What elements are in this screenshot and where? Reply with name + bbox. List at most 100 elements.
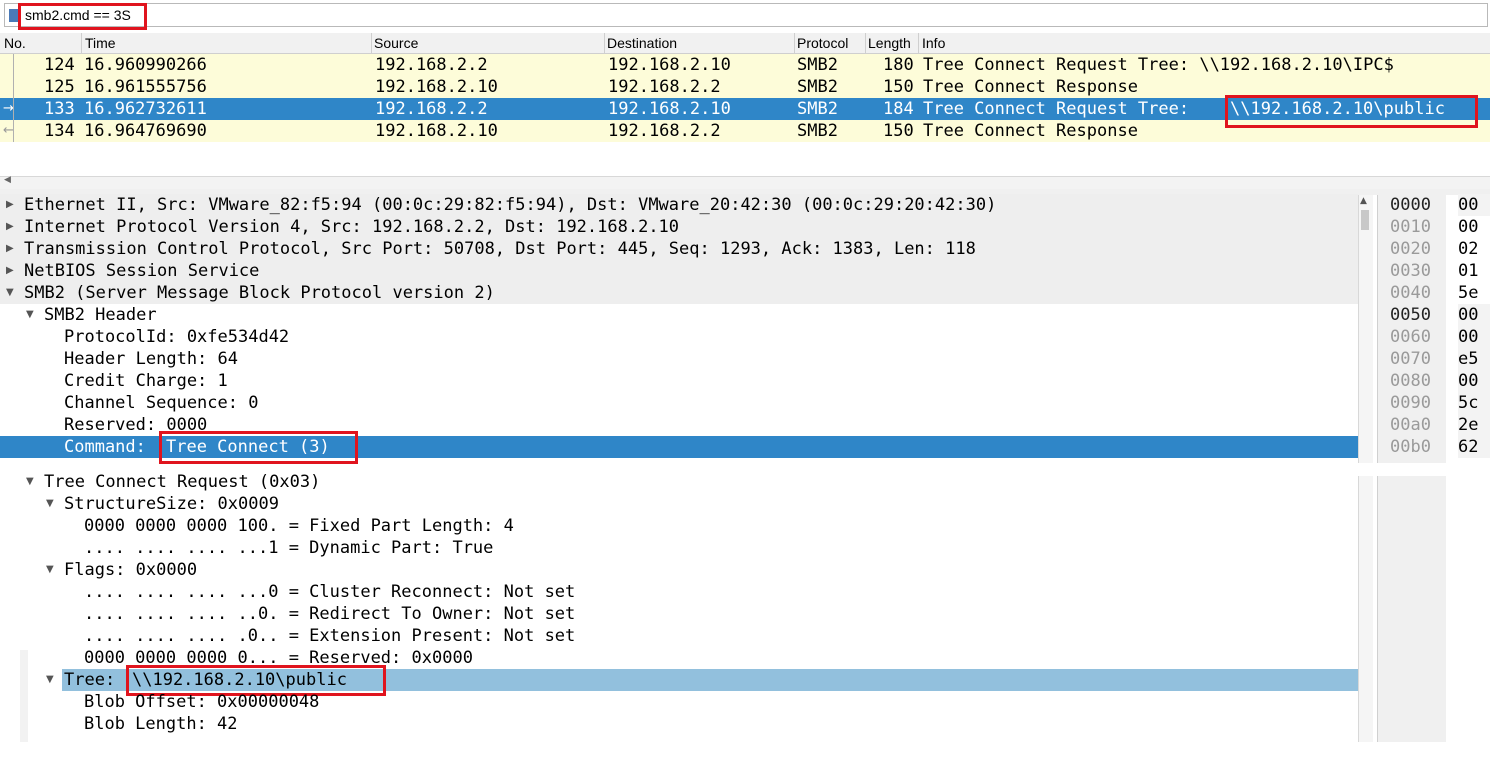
column-divider[interactable] — [604, 33, 605, 53]
tree-item-structure-size[interactable]: ▼ StructureSize: 0x0009 — [0, 493, 1358, 515]
collapse-arrow-icon[interactable]: ▼ — [6, 282, 14, 304]
packet-list-header: No. Time Source Destination Protocol Len… — [0, 33, 1490, 54]
column-divider[interactable] — [865, 33, 866, 53]
column-protocol[interactable]: Protocol — [797, 35, 848, 51]
expand-arrow-icon[interactable]: ▶ — [6, 194, 14, 216]
tree-item-field[interactable]: .... .... .... ..0. = Redirect To Owner:… — [0, 603, 1358, 625]
hex-offset-gutter-lower — [1377, 476, 1446, 742]
packet-info: Tree Connect Response — [923, 121, 1138, 141]
tree-item-smb2-header[interactable]: ▼ SMB2 Header — [0, 304, 1358, 326]
hex-byte[interactable]: 00 — [1458, 370, 1490, 392]
packet-row[interactable]: 125 16.961555756 192.168.2.10 192.168.2.… — [0, 76, 1490, 98]
hex-byte[interactable]: 62 — [1458, 436, 1490, 458]
tree-item-field[interactable]: 0000 0000 0000 0... = Reserved: 0x0000 — [0, 647, 1358, 669]
column-length[interactable]: Length — [868, 35, 911, 51]
packet-time: 16.961555756 — [84, 77, 207, 97]
packet-protocol: SMB2 — [797, 77, 838, 97]
scroll-left-icon[interactable]: ◀ — [4, 175, 11, 185]
packet-info: Tree Connect Response — [923, 77, 1138, 97]
tree-item-field[interactable]: 0000 0000 0000 100. = Fixed Part Length:… — [0, 515, 1358, 537]
packet-protocol: SMB2 — [797, 55, 838, 75]
column-time[interactable]: Time — [85, 35, 116, 51]
collapse-arrow-icon[interactable]: ▼ — [26, 471, 34, 493]
hex-byte[interactable]: 00 — [1458, 216, 1490, 238]
packet-info: Tree Connect Request Tree: \\192.168.2.1… — [923, 55, 1394, 75]
hex-byte[interactable]: 02 — [1458, 238, 1490, 260]
column-divider[interactable] — [918, 33, 919, 53]
tree-item-field[interactable]: Blob Length: 42 — [0, 713, 1358, 735]
hex-offset: 0070 — [1390, 349, 1431, 369]
expand-arrow-icon[interactable]: ▶ — [6, 216, 14, 238]
packet-time: 16.964769690 — [84, 121, 207, 141]
tree-item-tree[interactable]: ▼ Tree: \\192.168.2.10\public — [0, 669, 1358, 691]
packet-length: 180 — [883, 55, 914, 75]
packet-source: 192.168.2.2 — [375, 99, 488, 119]
tree-item-tree-connect-request[interactable]: ▼ Tree Connect Request (0x03) — [0, 471, 1358, 493]
packet-info-tree: \\192.168.2.10\public — [1230, 99, 1445, 119]
packet-row[interactable]: 124 16.960990266 192.168.2.2 192.168.2.1… — [0, 54, 1490, 76]
details-vscrollbar-lower[interactable] — [1358, 476, 1373, 742]
packet-time: 16.962732611 — [84, 99, 207, 119]
packet-row-selected[interactable]: → 133 16.962732611 192.168.2.2 192.168.2… — [0, 98, 1490, 120]
tree-item-ip[interactable]: ▶ Internet Protocol Version 4, Src: 192.… — [0, 216, 1358, 238]
column-source[interactable]: Source — [374, 35, 418, 51]
tree-item-command-selected[interactable]: Command: Tree Connect (3) — [0, 436, 1358, 458]
column-divider[interactable] — [794, 33, 795, 53]
collapse-arrow-icon[interactable]: ▼ — [46, 669, 54, 691]
column-destination[interactable]: Destination — [607, 35, 677, 51]
packet-length: 150 — [883, 77, 914, 97]
column-divider[interactable] — [81, 33, 82, 53]
hex-byte[interactable]: 01 — [1458, 260, 1490, 282]
packet-protocol: SMB2 — [797, 99, 838, 119]
hex-byte[interactable]: 00 — [1458, 194, 1490, 216]
packet-source: 192.168.2.2 — [375, 55, 488, 75]
hex-offset: 0060 — [1390, 327, 1431, 347]
packet-length: 184 — [883, 99, 914, 119]
tree-item-field[interactable]: Header Length: 64 — [0, 348, 1358, 370]
packet-info-prefix: Tree Connect Request Tree: — [923, 99, 1200, 119]
column-no[interactable]: No. — [4, 35, 26, 51]
tree-item-flags[interactable]: ▼ Flags: 0x0000 — [0, 559, 1358, 581]
collapse-arrow-icon[interactable]: ▼ — [46, 493, 54, 515]
bookmark-icon[interactable] — [9, 9, 18, 22]
hex-byte[interactable]: 5e — [1458, 282, 1490, 304]
collapse-arrow-icon[interactable]: ▼ — [26, 304, 34, 326]
tree-item-field[interactable]: .... .... .... ...0 = Cluster Reconnect:… — [0, 581, 1358, 603]
packet-no: 134 — [44, 121, 75, 141]
expand-arrow-icon[interactable]: ▶ — [6, 260, 14, 282]
packet-no: 124 — [44, 55, 75, 75]
conversation-bracket — [13, 54, 14, 142]
display-filter-input[interactable] — [4, 3, 1488, 27]
tree-item-field[interactable]: .... .... .... .0.. = Extension Present:… — [0, 625, 1358, 647]
tree-item-field[interactable]: Credit Charge: 1 — [0, 370, 1358, 392]
column-divider[interactable] — [371, 33, 372, 53]
hex-byte[interactable]: 5c — [1458, 392, 1490, 414]
hex-byte[interactable]: 2e — [1458, 414, 1490, 436]
display-filter-text[interactable]: smb2.cmd == 3S — [25, 7, 131, 23]
tree-item-field[interactable]: Blob Offset: 0x00000048 — [0, 691, 1358, 713]
tree-item-field[interactable]: Reserved: 0000 — [0, 414, 1358, 436]
packet-list-hscrollbar[interactable] — [0, 176, 1490, 189]
tree-item-field[interactable]: .... .... .... ...1 = Dynamic Part: True — [0, 537, 1358, 559]
hex-byte[interactable]: 00 — [1458, 326, 1490, 348]
details-vscrollbar[interactable] — [1358, 195, 1373, 463]
hex-offset: 0040 — [1390, 283, 1431, 303]
tree-item-ethernet[interactable]: ▶ Ethernet II, Src: VMware_82:f5:94 (00:… — [0, 194, 1358, 216]
packet-source: 192.168.2.10 — [375, 121, 498, 141]
expand-arrow-icon[interactable]: ▶ — [6, 238, 14, 260]
column-info[interactable]: Info — [922, 35, 945, 51]
packet-time: 16.960990266 — [84, 55, 207, 75]
collapse-arrow-icon[interactable]: ▼ — [46, 559, 54, 581]
hex-byte[interactable]: 00 — [1458, 304, 1490, 326]
tree-item-smb2[interactable]: ▼ SMB2 (Server Message Block Protocol ve… — [0, 282, 1358, 304]
tree-indent-guide — [20, 650, 28, 742]
hex-byte[interactable]: e5 — [1458, 348, 1490, 370]
scroll-up-icon[interactable]: ▲ — [1360, 196, 1367, 206]
tree-item-netbios[interactable]: ▶ NetBIOS Session Service — [0, 260, 1358, 282]
tree-item-field[interactable]: Channel Sequence: 0 — [0, 392, 1358, 414]
packet-row[interactable]: ← 134 16.964769690 192.168.2.10 192.168.… — [0, 120, 1490, 142]
tree-item-field[interactable]: ProtocolId: 0xfe534d42 — [0, 326, 1358, 348]
tree-item-tcp[interactable]: ▶ Transmission Control Protocol, Src Por… — [0, 238, 1358, 260]
scrollbar-thumb[interactable] — [1361, 210, 1369, 230]
hex-offset: 0050 — [1390, 305, 1431, 325]
